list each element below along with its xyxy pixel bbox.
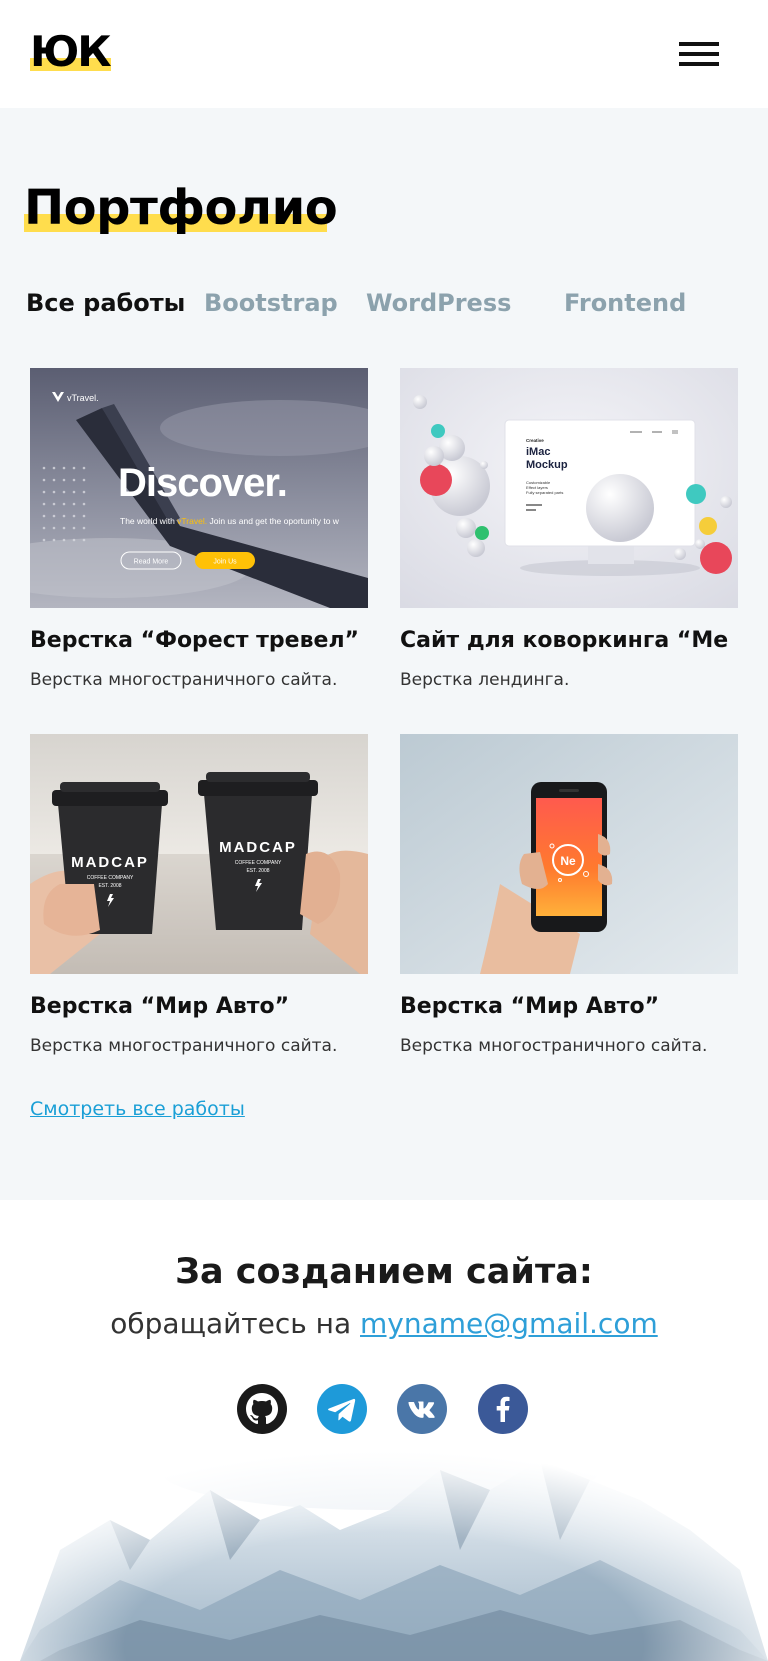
card-title[interactable]: Верстка “Мир Авто” (30, 992, 368, 1022)
card-image-imac[interactable]: Creative iMac Mockup Customizable Effect… (400, 368, 738, 608)
svg-text:The world with vTravel. Join u: The world with vTravel. Join us and get … (120, 516, 340, 526)
view-all-works-link[interactable]: Смотреть все работы (30, 1096, 245, 1122)
logo-text: ЮК (30, 27, 112, 76)
card-image-coffee[interactable]: MADCAP COFFEE COMPANY EST. 2008 MADCAP C… (30, 734, 368, 974)
contact-line: обращайтесь на myname@gmail.com (0, 1306, 768, 1342)
tab-wordpress[interactable]: WordPress (366, 286, 511, 320)
email-link[interactable]: myname@gmail.com (360, 1307, 658, 1340)
hamburger-menu-icon[interactable] (677, 40, 721, 68)
card-image-phone[interactable]: Ne (400, 734, 738, 974)
menu-bar (679, 62, 719, 66)
card-description: Верстка лендинга. (400, 670, 570, 690)
contact-prefix: обращайтесь на (110, 1307, 361, 1340)
svg-text:Creative: Creative (526, 438, 544, 443)
svg-text:iMac: iMac (526, 446, 550, 458)
travel-brand: vTravel. (67, 393, 99, 403)
read-more-button: Read More (134, 559, 169, 566)
social-links (0, 1384, 768, 1434)
card-description: Верстка многостраничного сайта. (30, 1036, 338, 1056)
tab-frontend[interactable]: Frontend (564, 286, 686, 320)
contact-title: За созданием сайта: (175, 1252, 593, 1292)
svg-text:EST. 2008: EST. 2008 (98, 883, 121, 889)
svg-text:EST. 2008: EST. 2008 (246, 868, 269, 874)
travel-headline: Discover. (118, 461, 287, 505)
vk-icon[interactable] (397, 1384, 447, 1434)
card-image-travel[interactable]: vTravel. Discover. The world with vTrave… (30, 368, 368, 608)
svg-text:Mockup: Mockup (526, 459, 568, 471)
svg-text:COFFEE COMPANY: COFFEE COMPANY (235, 860, 282, 866)
menu-bar (679, 42, 719, 46)
card-title[interactable]: Сайт для коворкинга “Ме (400, 626, 738, 656)
join-us-button: Join Us (213, 559, 237, 566)
svg-text:Fully separated parts: Fully separated parts (526, 490, 563, 495)
facebook-icon[interactable] (478, 1384, 528, 1434)
portfolio-section: Портфолио Все работы Bootstrap WordPress… (0, 108, 768, 1200)
card-description: Верстка многостраничного сайта. (400, 1036, 708, 1056)
telegram-icon[interactable] (317, 1384, 367, 1434)
svg-text:Ne: Ne (560, 854, 576, 868)
menu-bar (679, 52, 719, 56)
github-icon[interactable] (237, 1384, 287, 1434)
site-header: ЮК (0, 0, 768, 108)
card-title[interactable]: Верстка “Форест тревел” (30, 626, 368, 656)
card-title[interactable]: Верстка “Мир Авто” (400, 992, 738, 1022)
svg-text:COFFEE COMPANY: COFFEE COMPANY (87, 875, 134, 881)
logo[interactable]: ЮК (30, 27, 112, 76)
portfolio-title-text: Портфолио (24, 180, 338, 236)
contact-footer: За созданием сайта: обращайтесь на mynam… (0, 1200, 768, 1661)
mountains-image (0, 1330, 768, 1661)
tab-all-works[interactable]: Все работы (26, 286, 185, 320)
svg-text:MADCAP: MADCAP (71, 854, 149, 871)
portfolio-title: Портфолио (24, 178, 338, 238)
svg-text:MADCAP: MADCAP (219, 839, 297, 856)
card-description: Верстка многостраничного сайта. (30, 670, 338, 690)
tab-bootstrap[interactable]: Bootstrap (204, 286, 338, 320)
